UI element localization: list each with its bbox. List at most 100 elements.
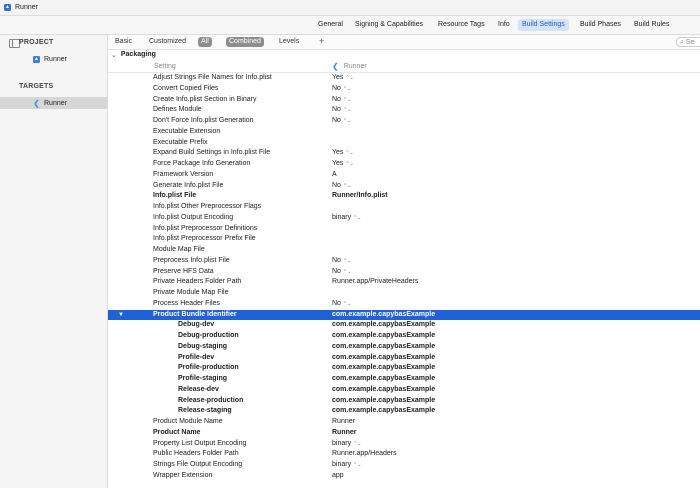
popup-stepper-icon[interactable]: ⌃⌄ [343, 301, 351, 307]
table-row[interactable]: Expand Build Settings in Info.plist File… [108, 148, 700, 159]
popup-stepper-icon[interactable]: ⌃⌄ [353, 462, 361, 468]
setting-value[interactable]: com.example.capybasExample [332, 310, 435, 321]
setting-value[interactable]: com.example.capybasExample [332, 374, 435, 385]
setting-value[interactable]: No ⌃⌄ [332, 299, 351, 310]
popup-stepper-icon[interactable]: ⌃⌄ [343, 118, 351, 124]
setting-value[interactable]: A [332, 170, 337, 181]
setting-value[interactable]: No ⌃⌄ [332, 181, 351, 192]
table-row[interactable]: Preprocess Info.plist File No ⌃⌄ [108, 256, 700, 267]
table-row[interactable]: Module Map File [108, 245, 700, 256]
popup-stepper-icon[interactable]: ⌃⌄ [343, 183, 351, 189]
packaging-group-header[interactable]: ⌄ Packaging [108, 49, 700, 60]
filter-basic-button[interactable]: Basic [112, 37, 135, 47]
filter-all-button[interactable]: All [198, 37, 212, 47]
setting-value[interactable]: com.example.capybasExample [332, 331, 435, 342]
popup-stepper-icon[interactable]: ⌃⌄ [343, 97, 351, 103]
table-row[interactable]: Info.plist File Runner/Info.plist [108, 191, 700, 202]
table-row[interactable]: Info.plist Preprocessor Prefix File [108, 234, 700, 245]
setting-value[interactable]: Runner.app/PrivateHeaders [332, 277, 418, 288]
table-row[interactable]: Framework Version A [108, 170, 700, 181]
setting-value[interactable]: Runner [332, 417, 355, 428]
table-row[interactable]: ▼ Product Bundle Identifier com.example.ca… [108, 309, 700, 321]
tab-signing-capabilities[interactable]: Signing & Capabilities [351, 19, 427, 31]
table-row[interactable]: Private Module Map File [108, 288, 700, 299]
setting-value[interactable]: No ⌃⌄ [332, 105, 351, 116]
table-row[interactable]: Debug-production com.example.capybasExamp… [108, 331, 700, 342]
table-row[interactable]: Release-staging com.example.capybasExampl… [108, 406, 700, 417]
filter-customized-button[interactable]: Customized [146, 37, 189, 47]
table-row[interactable]: Private Headers Folder Path Runner.app/Pr… [108, 277, 700, 288]
table-row[interactable]: Profile-staging com.example.capybasExampl… [108, 374, 700, 385]
table-row[interactable]: Executable Extension [108, 127, 700, 138]
table-row[interactable]: Strings File Output Encoding binary ⌃⌄ [108, 460, 700, 471]
setting-value[interactable]: com.example.capybasExample [332, 342, 435, 353]
view-levels-button[interactable]: Levels [276, 37, 302, 47]
table-row[interactable]: Executable Prefix [108, 138, 700, 149]
add-build-setting-button[interactable]: + [319, 36, 324, 46]
table-row[interactable]: Info.plist Output Encoding binary ⌃⌄ [108, 213, 700, 224]
setting-value[interactable]: Yes ⌃⌄ [332, 73, 354, 84]
sidebar-item-target-runner[interactable]: ❮ Runner [0, 97, 107, 109]
setting-value[interactable]: com.example.capybasExample [332, 363, 435, 374]
popup-stepper-icon[interactable]: ⌃⌄ [343, 269, 351, 275]
tab-general[interactable]: General [314, 19, 347, 31]
setting-value[interactable]: No ⌃⌄ [332, 95, 351, 106]
table-row[interactable]: Product Module Name Runner [108, 417, 700, 428]
popup-stepper-icon[interactable]: ⌃⌄ [345, 161, 353, 167]
table-row[interactable]: Release-dev com.example.capybasExample [108, 385, 700, 396]
table-row[interactable]: Wrapper Extension app [108, 471, 700, 482]
popup-stepper-icon[interactable]: ⌃⌄ [343, 86, 351, 92]
table-row[interactable]: Profile-dev com.example.capybasExample [108, 353, 700, 364]
setting-value[interactable]: Yes ⌃⌄ [332, 148, 354, 159]
setting-value[interactable]: Runner [332, 428, 357, 439]
tab-build-rules[interactable]: Build Rules [630, 19, 673, 31]
tab-build-settings[interactable]: Build Settings [518, 19, 569, 31]
setting-value[interactable]: com.example.capybasExample [332, 396, 435, 407]
table-row[interactable]: Preserve HFS Data No ⌃⌄ [108, 267, 700, 278]
setting-value[interactable]: binary ⌃⌄ [332, 213, 361, 224]
setting-value[interactable]: Runner/Info.plist [332, 191, 388, 202]
table-row[interactable]: Convert Copied Files No ⌃⌄ [108, 84, 700, 95]
tab-info[interactable]: Info [494, 19, 514, 31]
table-row[interactable]: Debug-staging com.example.capybasExample [108, 342, 700, 353]
setting-value[interactable]: binary ⌃⌄ [332, 460, 361, 471]
table-row[interactable]: Force Package Info Generation Yes ⌃⌄ [108, 159, 700, 170]
setting-value[interactable]: Runner.app/Headers [332, 449, 397, 460]
setting-value[interactable]: binary ⌃⌄ [332, 439, 361, 450]
table-row[interactable]: Info.plist Other Preprocessor Flags [108, 202, 700, 213]
setting-value[interactable]: com.example.capybasExample [332, 320, 435, 331]
table-row[interactable]: Create Info.plist Section in Binary No ⌃⌄ [108, 95, 700, 106]
popup-stepper-icon[interactable]: ⌃⌄ [343, 258, 351, 264]
setting-value[interactable]: No ⌃⌄ [332, 256, 351, 267]
tab-build-phases[interactable]: Build Phases [576, 19, 625, 31]
popup-stepper-icon[interactable]: ⌃⌄ [345, 150, 353, 156]
table-row[interactable]: Generate Info.plist File No ⌃⌄ [108, 181, 700, 192]
table-row[interactable]: Profile-production com.example.capybasExa… [108, 363, 700, 374]
tab-resource-tags[interactable]: Resource Tags [434, 19, 489, 31]
view-combined-button[interactable]: Combined [226, 37, 264, 47]
table-row[interactable]: Defines Module No ⌃⌄ [108, 105, 700, 116]
disclosure-triangle-icon[interactable]: ▼ [118, 310, 124, 321]
table-row[interactable]: Debug-dev com.example.capybasExample [108, 320, 700, 331]
table-row[interactable]: Release-production com.example.capybasExa… [108, 396, 700, 407]
table-row[interactable]: Don't Force Info.plist Generation No ⌃⌄ [108, 116, 700, 127]
setting-value[interactable]: No ⌃⌄ [332, 84, 351, 95]
setting-value[interactable]: No ⌃⌄ [332, 116, 351, 127]
setting-value[interactable]: No ⌃⌄ [332, 267, 351, 278]
setting-value[interactable]: Yes ⌃⌄ [332, 159, 354, 170]
table-row[interactable]: Info.plist Preprocessor Definitions [108, 224, 700, 235]
search-input[interactable]: ⌕ Se [676, 37, 700, 47]
sidebar-item-project-runner[interactable]: ▲ Runner [0, 53, 107, 65]
setting-value[interactable]: com.example.capybasExample [332, 406, 435, 417]
table-row[interactable]: Public Headers Folder Path Runner.app/Hea… [108, 449, 700, 460]
setting-value[interactable]: com.example.capybasExample [332, 353, 435, 364]
table-row[interactable]: Product Name Runner [108, 428, 700, 439]
popup-stepper-icon[interactable]: ⌃⌄ [345, 75, 353, 81]
popup-stepper-icon[interactable]: ⌃⌄ [343, 107, 351, 113]
setting-value[interactable]: app [332, 471, 344, 482]
setting-value[interactable]: com.example.capybasExample [332, 385, 435, 396]
table-row[interactable]: Property List Output Encoding binary ⌃⌄ [108, 439, 700, 450]
table-row[interactable]: Adjust Strings File Names for Info.plist… [108, 73, 700, 84]
popup-stepper-icon[interactable]: ⌃⌄ [353, 215, 361, 221]
table-row[interactable]: Process Header Files No ⌃⌄ [108, 299, 700, 310]
